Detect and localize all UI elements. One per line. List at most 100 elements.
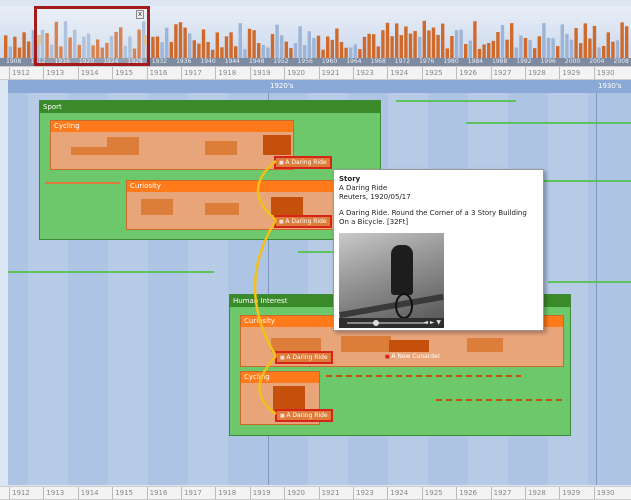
overview-bar (519, 35, 523, 58)
overview-selection-window[interactable]: x (34, 6, 150, 66)
overview-year-label: 1960 (321, 58, 338, 65)
story-block (107, 137, 139, 155)
overview-bar (542, 22, 546, 59)
overview-bar (418, 36, 422, 58)
overview-bar (583, 23, 587, 58)
subcategory-title: Cycling (241, 372, 319, 383)
overview-bar (358, 49, 362, 58)
overview-bar (169, 41, 173, 58)
story-tag-new-cunarder[interactable]: A New Cunarder (385, 353, 440, 360)
window-left-handle[interactable] (37, 35, 41, 45)
overview-bar (247, 28, 252, 58)
ruler-year-label: 1919 (249, 487, 271, 499)
overview-bar (464, 43, 468, 58)
overview-bar (441, 23, 445, 58)
overview-year-label: 1996 (540, 58, 556, 65)
overview-bar (206, 41, 210, 58)
overview-bar (229, 32, 233, 58)
overview-bar (606, 32, 610, 58)
overview-year-label: 2000 (564, 58, 581, 65)
overview-year-label: 1932 (151, 58, 168, 65)
video-player[interactable]: ◄ ► ▼ (339, 233, 444, 328)
overview-bar (560, 24, 564, 58)
overview-year-label: 1972 (394, 58, 411, 65)
overview-bar (473, 21, 477, 58)
overview-bar (510, 23, 514, 58)
overview-bar (257, 43, 261, 58)
year-ruler-top: 1912 1913 1914 1915 1916 1917 1918 1919 1920 1921… (0, 66, 631, 80)
overview-bar (183, 27, 187, 58)
video-scrubber[interactable] (347, 322, 427, 324)
window-close-icon[interactable]: x (135, 10, 144, 19)
overview-bar (505, 39, 509, 58)
ruler-year-label: 1914 (77, 67, 99, 79)
ruler-year-label: 1927 (490, 67, 512, 79)
overview-bar (192, 40, 196, 58)
ruler-year-label: 1915 (112, 67, 134, 79)
story-block (205, 141, 237, 155)
ruler-year-label: 1917 (181, 67, 202, 79)
overview-bar (17, 47, 22, 58)
ruler-year-label: 1917 (181, 487, 202, 499)
ruler-year-label: 1916 (146, 67, 168, 79)
popup-title: A Daring Ride (339, 184, 388, 192)
overview-bar (459, 29, 463, 58)
overview-bar (261, 44, 265, 58)
overview-bar (284, 41, 288, 58)
overview-bar (445, 48, 449, 58)
overview-bar (574, 28, 578, 58)
overview-bar (353, 44, 357, 58)
overview-bar (289, 48, 293, 58)
overview-bar (151, 36, 155, 58)
story-block (271, 197, 303, 215)
overview-year-label: 1948 (249, 58, 265, 65)
decade-label: 1920's (270, 82, 294, 90)
story-block (467, 338, 503, 352)
category-sport[interactable]: Sport Cycling A Daring Ride Curiosity A … (39, 100, 381, 240)
story-popup[interactable]: Story A Daring Ride Reuters, 1920/05/17 … (333, 169, 544, 331)
story-tag-daring-ride[interactable]: A Daring Ride (275, 409, 333, 422)
overview-bar (188, 33, 192, 58)
ruler-year-label: 1920 (284, 67, 306, 79)
ruler-year-label: 1913 (43, 67, 65, 79)
ruler-year-label: 1928 (525, 487, 546, 499)
track-line (45, 182, 120, 184)
track-line (396, 100, 516, 102)
story-block (389, 340, 429, 352)
story-tag-daring-ride[interactable]: A Daring Ride (274, 156, 332, 169)
overview-bar (491, 40, 495, 58)
ruler-year-label: 1924 (387, 67, 409, 79)
overview-bar (349, 47, 353, 58)
overview-bar (422, 20, 426, 58)
video-control-icons[interactable]: ◄ ► ▼ (423, 318, 441, 328)
subcategory-title: Cycling (51, 121, 293, 132)
subcategory-cycling[interactable]: Cycling (50, 120, 294, 170)
track-line (326, 375, 521, 377)
video-controls[interactable]: ◄ ► ▼ (339, 318, 444, 328)
decade-divider (596, 93, 597, 485)
overview-histogram[interactable]: 1908 1912 1916 1920 1924 1928 1932 1936 1940 1944… (0, 6, 631, 66)
overview-bar (298, 26, 302, 58)
overview-bar (477, 48, 482, 58)
overview-bar (8, 46, 12, 58)
overview-bar (22, 32, 26, 58)
overview-bar (155, 36, 160, 58)
story-block (341, 336, 391, 352)
story-tag-daring-ride[interactable]: A Daring Ride (275, 351, 333, 364)
ruler-year-label: 1913 (43, 487, 65, 499)
ruler-year-label: 1912 (9, 487, 30, 499)
overview-bar (482, 44, 486, 58)
overview-bar (436, 34, 440, 58)
popup-description: A Daring Ride. Round the Corner of a 3 S… (339, 209, 527, 226)
ruler-year-label: 1914 (77, 487, 99, 499)
overview-bar (487, 43, 491, 58)
overview-bar (431, 27, 436, 58)
video-scrub-knob[interactable] (373, 320, 379, 326)
story-tag-daring-ride[interactable]: A Daring Ride (274, 215, 332, 228)
overview-bar (303, 45, 307, 58)
ruler-year-label: 1919 (249, 67, 271, 79)
overview-bar (579, 43, 583, 58)
overview-bar (620, 22, 624, 58)
window-right-handle[interactable] (143, 35, 147, 45)
overview-year-label: 1980 (443, 58, 459, 65)
